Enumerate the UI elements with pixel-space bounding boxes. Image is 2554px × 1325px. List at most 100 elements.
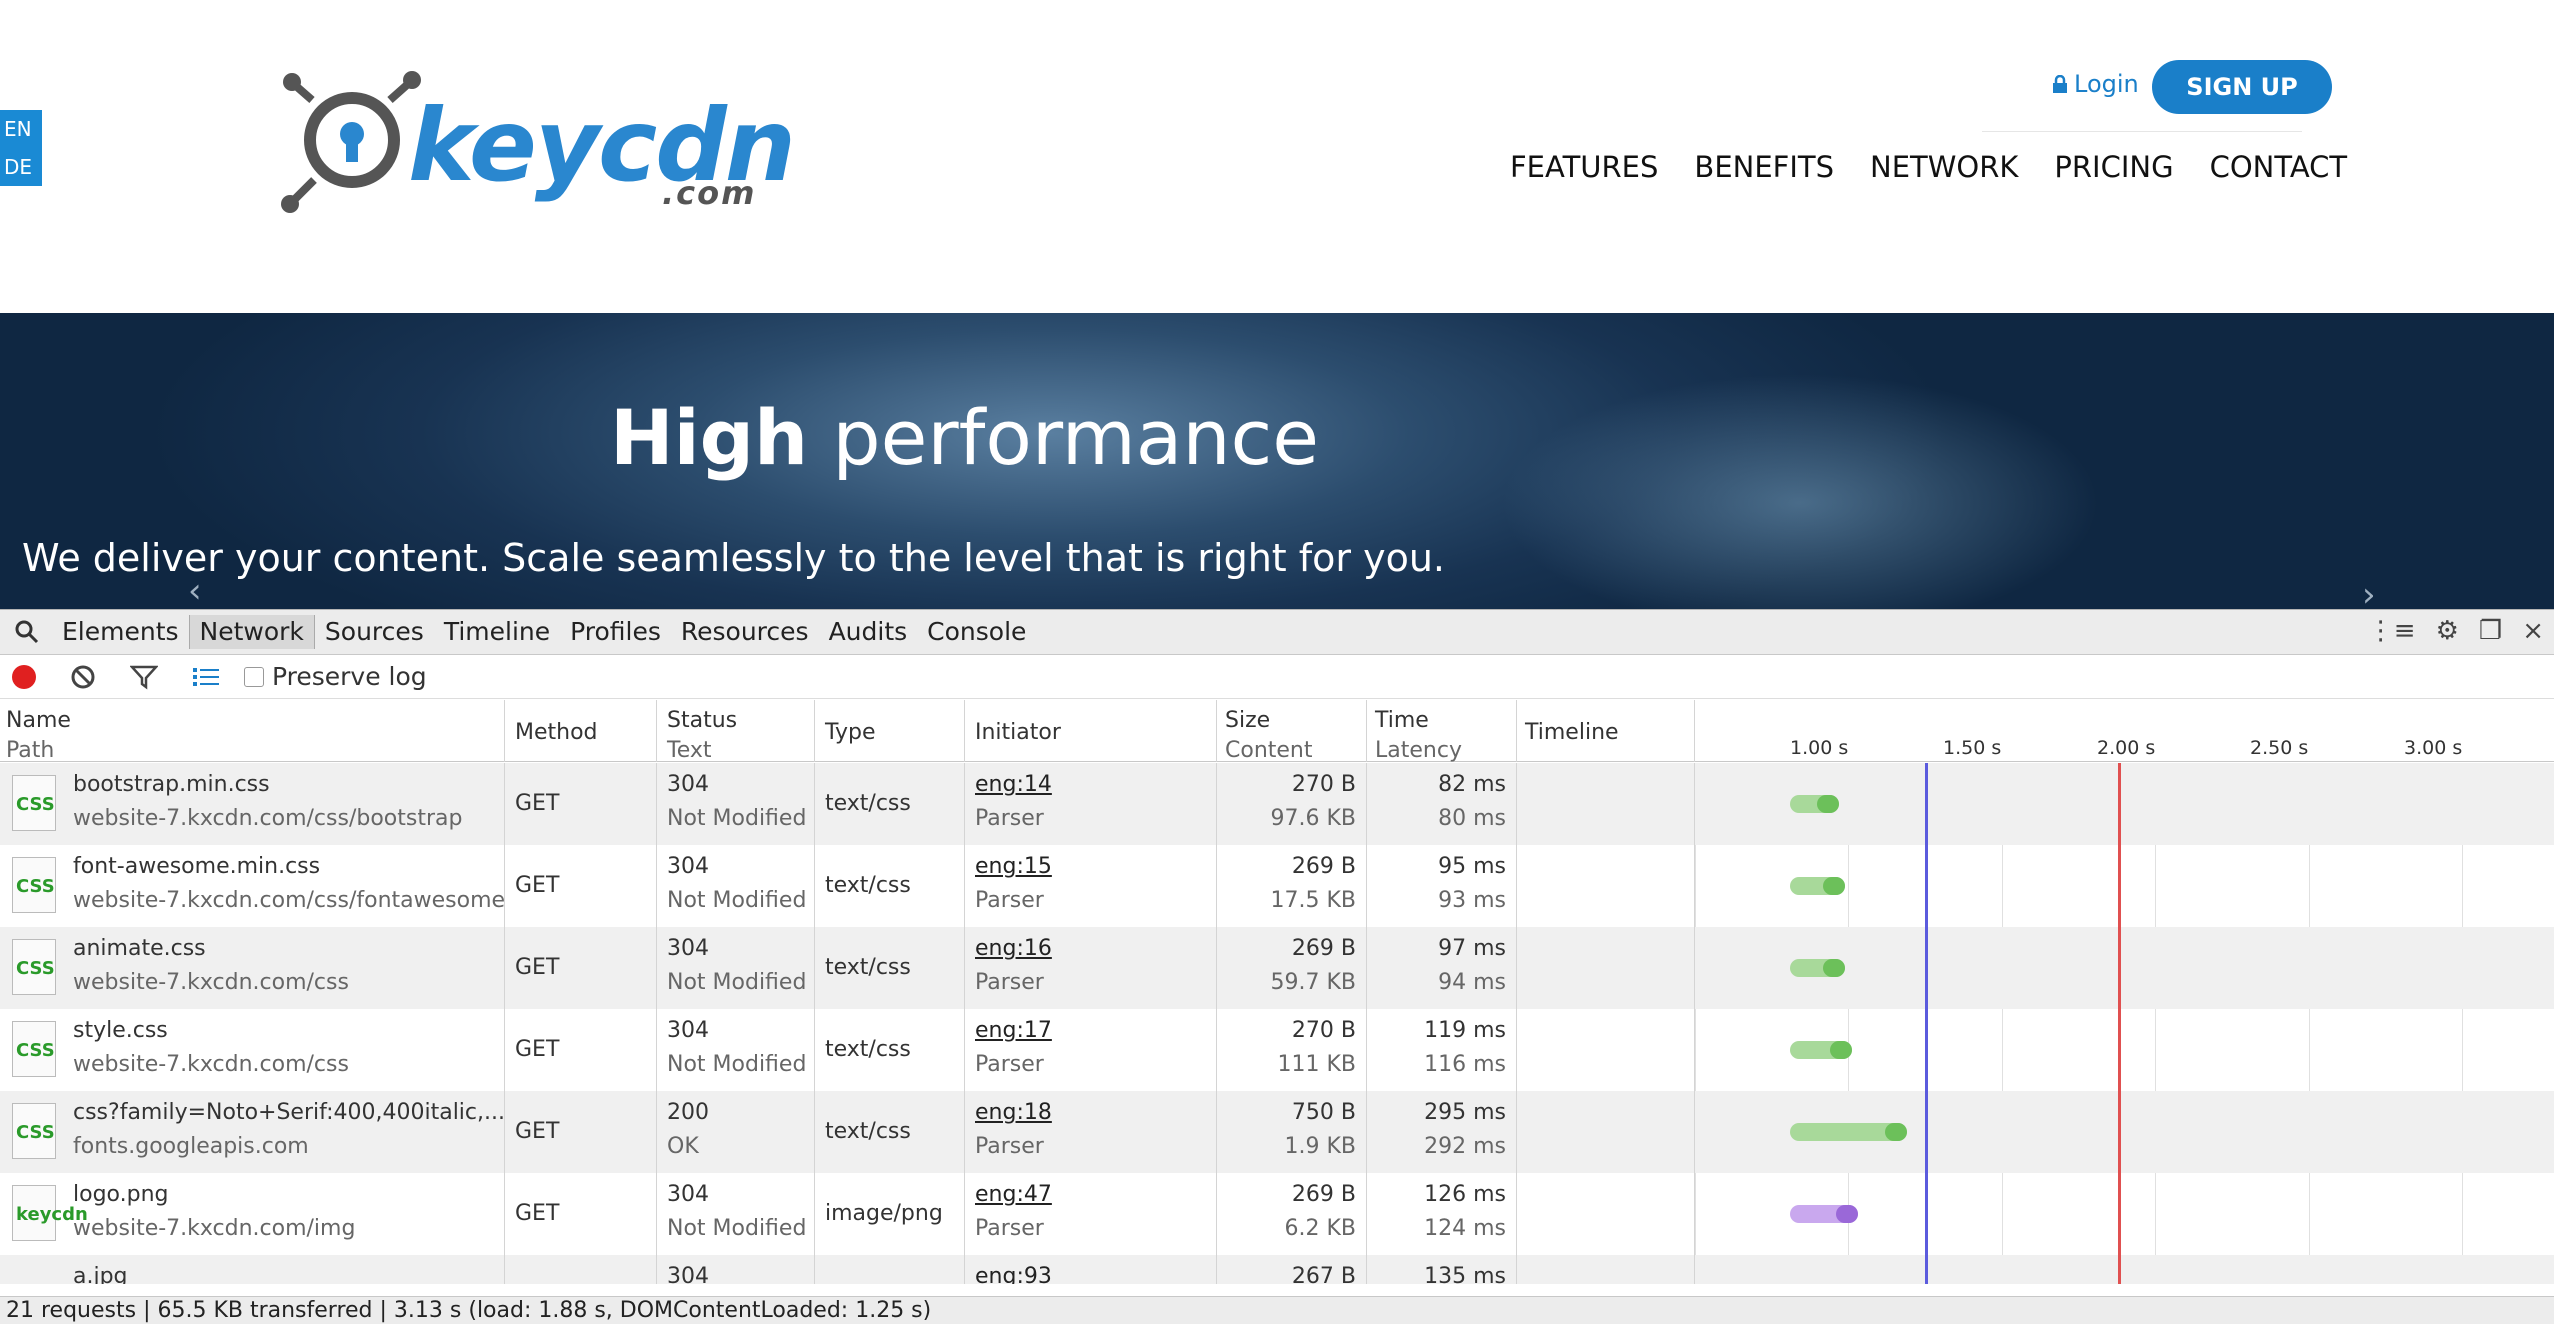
request-size: 270 B xyxy=(1291,772,1356,797)
col-size[interactable]: Size Content xyxy=(1217,700,1367,763)
nav-benefits[interactable]: BENEFITS xyxy=(1694,150,1834,184)
col-method[interactable]: Method xyxy=(505,700,657,762)
tab-profiles[interactable]: Profiles xyxy=(560,615,671,649)
request-name[interactable]: a.jpg xyxy=(73,1264,128,1284)
request-path: website-7.kxcdn.com/css xyxy=(73,970,349,995)
cell-size: 270 B 111 KB xyxy=(1217,1009,1367,1091)
timeline-bar[interactable] xyxy=(1790,1123,1908,1141)
request-initiator[interactable]: eng:16 xyxy=(975,936,1052,961)
cell-status: 304 Not Modified xyxy=(657,763,815,845)
tab-sources[interactable]: Sources xyxy=(315,615,434,649)
request-initiator[interactable]: eng:14 xyxy=(975,772,1052,797)
request-initiator[interactable]: eng:18 xyxy=(975,1100,1052,1125)
request-name[interactable]: bootstrap.min.css xyxy=(73,772,270,797)
col-type[interactable]: Type xyxy=(815,700,965,762)
cell-name: CSS style.css website-7.kxcdn.com/css xyxy=(0,1009,505,1091)
col-initiator[interactable]: Initiator xyxy=(965,700,1217,762)
tab-console[interactable]: Console xyxy=(917,615,1036,649)
request-initiator[interactable]: eng:15 xyxy=(975,854,1052,879)
hero-banner: High performance We deliver your content… xyxy=(0,313,2554,609)
request-name[interactable]: css?family=Noto+Serif:400,400italic,... xyxy=(73,1100,504,1125)
request-name[interactable]: font-awesome.min.css xyxy=(73,854,320,879)
request-initiator[interactable]: eng:17 xyxy=(975,1018,1052,1043)
request-latency: 124 ms xyxy=(1424,1216,1506,1241)
tab-network[interactable]: Network xyxy=(188,615,315,649)
col-timeline[interactable]: Timeline xyxy=(1517,700,1695,762)
nav-features[interactable]: FEATURES xyxy=(1510,150,1658,184)
search-icon[interactable] xyxy=(14,619,40,645)
record-icon[interactable] xyxy=(12,664,36,689)
timeline-bar[interactable] xyxy=(1790,795,1840,813)
cell-type: image/png xyxy=(815,1173,965,1255)
timeline-bar-latency xyxy=(1823,877,1846,895)
cell-timeline xyxy=(1517,845,1695,927)
file-icon-label: CSS xyxy=(16,1122,55,1143)
close-icon[interactable]: × xyxy=(2522,616,2544,646)
col-name[interactable]: Name Path xyxy=(0,700,505,763)
table-row[interactable]: CSS font-awesome.min.css website-7.kxcdn.c… xyxy=(0,845,2554,927)
carousel-next-icon[interactable]: › xyxy=(2362,575,2376,609)
carousel-prev-icon[interactable]: ‹ xyxy=(188,571,202,609)
col-status[interactable]: Status Text xyxy=(657,700,815,763)
request-method: GET xyxy=(515,955,560,980)
cell-size: 269 B 17.5 KB xyxy=(1217,845,1367,927)
table-row[interactable]: CSS css?family=Noto+Serif:400,400italic,.… xyxy=(0,1091,2554,1173)
file-icon-label: CSS xyxy=(16,958,55,979)
request-initiator[interactable]: eng:47 xyxy=(975,1182,1052,1207)
nav-network[interactable]: NETWORK xyxy=(1870,150,2018,184)
preserve-log-toggle[interactable]: Preserve log xyxy=(244,662,427,691)
gear-icon[interactable]: ⚙ xyxy=(2436,616,2459,646)
nav-contact[interactable]: CONTACT xyxy=(2210,150,2348,184)
cell-time: 82 ms 80 ms xyxy=(1367,763,1517,845)
table-row[interactable]: CSS bootstrap.min.css website-7.kxcdn.com/… xyxy=(0,763,2554,845)
timeline-bar[interactable] xyxy=(1790,1041,1852,1059)
request-content-size: 97.6 KB xyxy=(1270,806,1357,831)
request-method: GET xyxy=(515,1119,560,1144)
request-size: 269 B xyxy=(1291,936,1356,961)
table-row[interactable]: keycdn logo.png website-7.kxcdn.com/img GET… xyxy=(0,1173,2554,1255)
preserve-log-checkbox[interactable] xyxy=(244,666,264,687)
timeline-bar[interactable] xyxy=(1790,1205,1858,1223)
request-initiator[interactable]: eng:93 xyxy=(975,1264,1052,1284)
console-drawer-icon[interactable]: ⋮≡ xyxy=(2368,616,2416,646)
tick-4: 2.50 s xyxy=(2250,737,2309,759)
table-row[interactable]: a.jpg GET 304 eng:93 267 B 135 ms xyxy=(0,1255,2554,1284)
dock-icon[interactable]: ❐ xyxy=(2479,616,2502,646)
table-row[interactable]: CSS style.css website-7.kxcdn.com/css GET 30… xyxy=(0,1009,2554,1091)
file-icon-label: CSS xyxy=(16,794,55,815)
signup-button[interactable]: SIGN UP xyxy=(2152,60,2332,114)
lang-en[interactable]: EN xyxy=(4,110,42,148)
request-status: 304 xyxy=(667,1264,709,1284)
request-content-size: 111 KB xyxy=(1277,1052,1356,1077)
cell-method: GET xyxy=(505,763,657,845)
request-name[interactable]: style.css xyxy=(73,1018,168,1043)
keycdn-logo[interactable]: keycdn .com xyxy=(280,70,796,220)
request-status: 200 xyxy=(667,1100,709,1125)
tab-resources[interactable]: Resources xyxy=(671,615,819,649)
request-method: GET xyxy=(515,1201,560,1226)
filter-icon[interactable] xyxy=(130,664,158,690)
lang-de[interactable]: DE xyxy=(4,148,42,186)
request-name[interactable]: animate.css xyxy=(73,936,206,961)
file-icon: CSS xyxy=(12,939,56,995)
cell-time: 119 ms 116 ms xyxy=(1367,1009,1517,1091)
file-icon: keycdn xyxy=(12,1185,88,1241)
list-view-icon[interactable] xyxy=(192,665,220,689)
tab-audits[interactable]: Audits xyxy=(819,615,918,649)
clear-icon[interactable] xyxy=(70,664,96,690)
timeline-bar[interactable] xyxy=(1790,959,1846,977)
request-method: GET xyxy=(515,1037,560,1062)
col-time[interactable]: Time Latency xyxy=(1367,700,1517,763)
cell-status: 304 Not Modified xyxy=(657,1173,815,1255)
login-link[interactable]: Login xyxy=(2052,70,2139,98)
timeline-bar-latency xyxy=(1885,1123,1908,1141)
table-row[interactable]: CSS animate.css website-7.kxcdn.com/css GET… xyxy=(0,927,2554,1009)
col-name-label: Name xyxy=(6,708,71,733)
tab-elements[interactable]: Elements xyxy=(52,615,189,649)
file-icon: CSS xyxy=(12,1021,56,1077)
request-time: 82 ms xyxy=(1438,772,1506,797)
timeline-bar[interactable] xyxy=(1790,877,1846,895)
request-name[interactable]: logo.png xyxy=(73,1182,168,1207)
nav-pricing[interactable]: PRICING xyxy=(2054,150,2173,184)
tab-timeline[interactable]: Timeline xyxy=(434,615,560,649)
